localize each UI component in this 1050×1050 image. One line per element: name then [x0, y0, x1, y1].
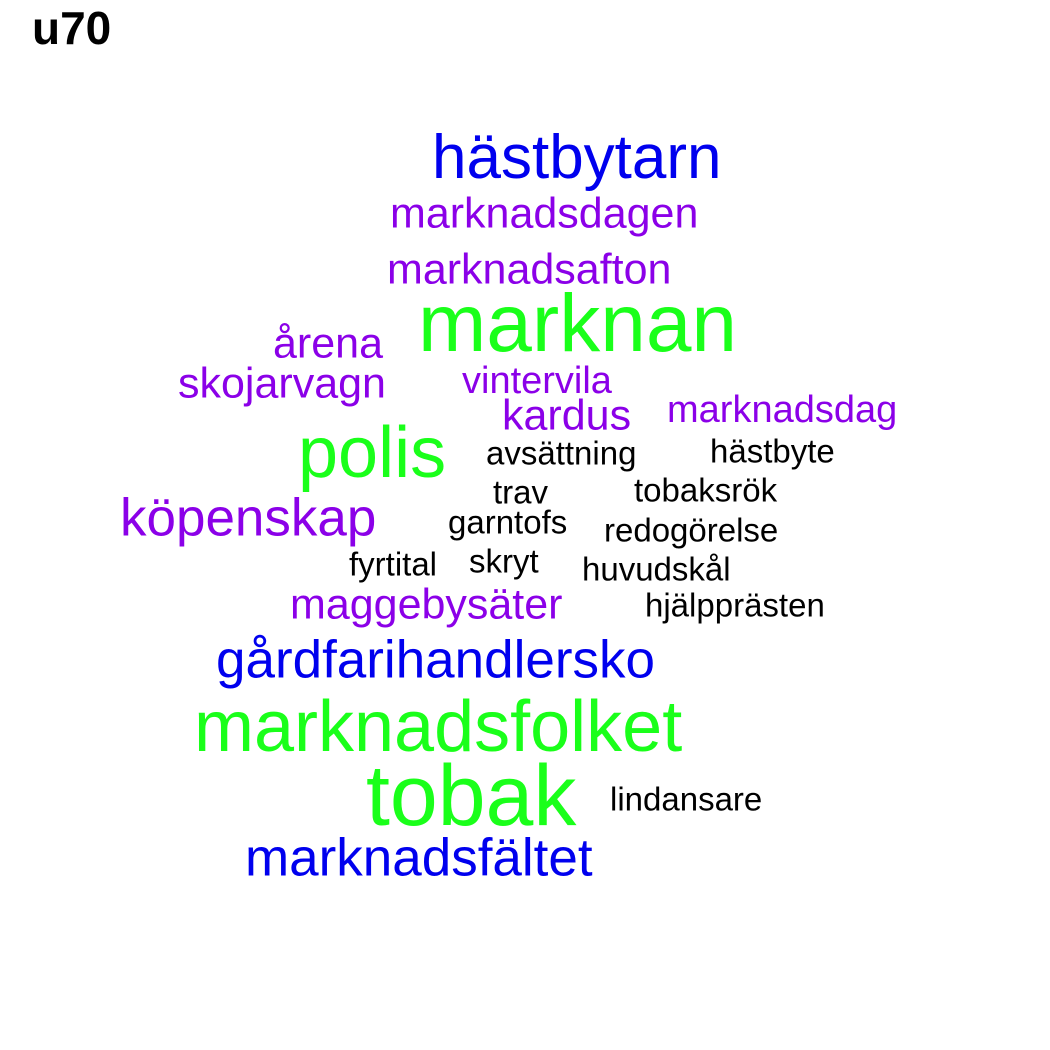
word-gardfarihandlersko: gårdfarihandlersko	[216, 630, 655, 690]
word-polis: polis	[298, 413, 447, 493]
word-hjalpprasten: hjälpprästen	[645, 586, 825, 624]
word-redogorelse: redogörelse	[604, 511, 779, 549]
word-avsattning: avsättning	[486, 434, 637, 472]
word-skryt: skryt	[469, 542, 539, 580]
word-marknadsdagen: marknadsdagen	[390, 189, 699, 238]
word-kopenskap: köpenskap	[120, 488, 377, 548]
word-skojarvagn: skojarvagn	[178, 359, 386, 408]
word-garntofs: garntofs	[448, 503, 568, 541]
word-cloud: hästbytarn marknadsdagen marknadsafton m…	[0, 0, 1050, 1050]
word-hastbyte: hästbyte	[710, 432, 835, 470]
word-kardus: kardus	[502, 391, 632, 440]
word-maggebysater: maggebysäter	[290, 580, 563, 629]
word-tobak: tobak	[366, 748, 577, 844]
word-huvudskal: huvudskål	[582, 550, 731, 588]
word-lindansare: lindansare	[610, 780, 763, 818]
word-marknadsdag: marknadsdag	[667, 389, 898, 431]
word-tobaksrok: tobaksrök	[634, 471, 778, 509]
word-fyrtital: fyrtital	[349, 545, 438, 583]
word-hastbytarn: hästbytarn	[432, 123, 722, 192]
word-marknan: marknan	[418, 278, 738, 369]
word-marknadsfaltet: marknadsfältet	[245, 828, 593, 888]
